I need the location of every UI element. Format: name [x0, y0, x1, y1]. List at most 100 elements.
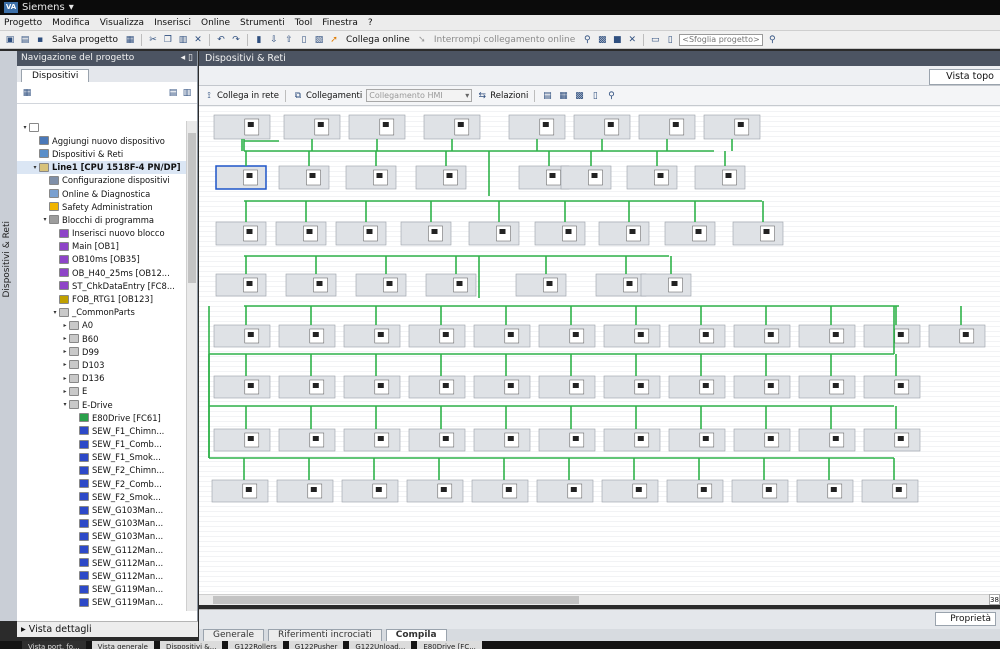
- network-device[interactable]: [538, 375, 596, 399]
- network-device[interactable]: [215, 221, 267, 246]
- tree-item[interactable]: Safety Administration: [17, 200, 187, 213]
- network-device[interactable]: [560, 165, 612, 190]
- device-module[interactable]: [247, 332, 254, 337]
- menu-online[interactable]: Online: [201, 18, 230, 28]
- device-module[interactable]: [607, 122, 614, 127]
- tab-general[interactable]: Generale: [203, 629, 265, 641]
- network-device[interactable]: [468, 221, 520, 246]
- device-module[interactable]: [247, 436, 254, 441]
- task-g122rollers[interactable]: G122Rollers: [228, 641, 283, 649]
- device-module[interactable]: [446, 173, 453, 178]
- redo-icon[interactable]: ↷: [230, 34, 242, 46]
- network-device[interactable]: [471, 479, 529, 503]
- network-device[interactable]: [538, 428, 596, 452]
- tree-item[interactable]: SEW_F2_Comb...: [17, 477, 187, 490]
- device-module[interactable]: [767, 436, 774, 441]
- device-module[interactable]: [505, 487, 512, 492]
- network-device[interactable]: [213, 324, 271, 348]
- device-module[interactable]: [431, 229, 438, 234]
- device-module[interactable]: [317, 122, 324, 127]
- network-view-canvas[interactable]: [199, 106, 1000, 594]
- project-search-input[interactable]: [679, 33, 764, 46]
- network-device[interactable]: [626, 165, 678, 190]
- tree-item[interactable]: SEW_F2_Chimn...: [17, 464, 187, 477]
- tree-item[interactable]: ▸ E: [17, 385, 187, 398]
- network-device[interactable]: [473, 428, 531, 452]
- device-module[interactable]: [565, 229, 572, 234]
- expand-toggle-icon[interactable]: ▸: [61, 322, 69, 329]
- scroll-thumb[interactable]: [213, 596, 579, 604]
- tab-devices[interactable]: Dispositivi: [21, 69, 90, 82]
- title-dropdown-icon[interactable]: ▾: [69, 0, 74, 15]
- device-module[interactable]: [767, 383, 774, 388]
- close-icon[interactable]: ✕: [626, 34, 638, 46]
- network-device[interactable]: [694, 165, 746, 190]
- collapse-panel-icon[interactable]: ◂ ▯: [181, 51, 193, 66]
- network-device[interactable]: [408, 324, 466, 348]
- expand-toggle-icon[interactable]: ▾: [21, 124, 29, 131]
- expand-toggle-icon[interactable]: ▾: [51, 309, 59, 316]
- network-device[interactable]: [863, 375, 921, 399]
- tree-settings-icon[interactable]: ▦: [21, 87, 33, 99]
- device-module[interactable]: [591, 173, 598, 178]
- device-module[interactable]: [700, 487, 707, 492]
- tree-item[interactable]: ▸ D99: [17, 345, 187, 358]
- expand-toggle-icon[interactable]: ▸: [61, 361, 69, 368]
- go-offline-button[interactable]: Interrompi collegamento online: [434, 35, 575, 45]
- tree-item[interactable]: ▾ Line1 [CPU 1518F-4 PN/DP]: [17, 160, 187, 174]
- device-module[interactable]: [440, 487, 447, 492]
- device-module[interactable]: [637, 383, 644, 388]
- network-device[interactable]: [473, 375, 531, 399]
- menu-insert[interactable]: Inserisci: [154, 18, 191, 28]
- tree-item[interactable]: SEW_G119Man...: [17, 596, 187, 609]
- device-module[interactable]: [306, 229, 313, 234]
- network-device[interactable]: [211, 479, 269, 503]
- tree-item[interactable]: SEW_G103Man...: [17, 530, 187, 543]
- menu-window[interactable]: Finestra: [322, 18, 358, 28]
- cross-reference-icon[interactable]: ▩: [596, 34, 608, 46]
- zoom-icon[interactable]: ⚲: [605, 90, 617, 102]
- tree-item[interactable]: SEW_G119Man...: [17, 583, 187, 596]
- tree-item[interactable]: Main [OB1]: [17, 240, 187, 253]
- tree-item[interactable]: E80Drive [FC61]: [17, 411, 187, 424]
- network-device[interactable]: [603, 428, 661, 452]
- tree-item[interactable]: ▸ B60: [17, 332, 187, 345]
- network-device[interactable]: [276, 479, 334, 503]
- device-module[interactable]: [763, 229, 770, 234]
- device-module[interactable]: [572, 383, 579, 388]
- device-module[interactable]: [442, 436, 449, 441]
- device-module[interactable]: [832, 383, 839, 388]
- network-device[interactable]: [534, 221, 586, 246]
- device-module[interactable]: [507, 332, 514, 337]
- network-device[interactable]: [863, 324, 921, 348]
- device-module[interactable]: [725, 173, 732, 178]
- network-device[interactable]: [798, 324, 856, 348]
- device-module[interactable]: [629, 229, 636, 234]
- tab-topology-view[interactable]: Vista topo: [929, 69, 1000, 85]
- network-device[interactable]: [508, 114, 566, 140]
- network-device[interactable]: [703, 114, 761, 140]
- network-device[interactable]: [538, 324, 596, 348]
- network-device[interactable]: [664, 221, 716, 246]
- network-device[interactable]: [595, 273, 647, 297]
- device-module[interactable]: [377, 332, 384, 337]
- device-module[interactable]: [637, 332, 644, 337]
- device-module[interactable]: [702, 436, 709, 441]
- tree-item[interactable]: ▸ D136: [17, 372, 187, 385]
- device-module[interactable]: [637, 436, 644, 441]
- copy-icon[interactable]: ❐: [162, 34, 174, 46]
- network-button[interactable]: ⟟ Collega in rete: [203, 90, 279, 102]
- tree-item[interactable]: OB_H40_25ms [OB12...: [17, 266, 187, 279]
- device-module[interactable]: [570, 487, 577, 492]
- network-device[interactable]: [283, 114, 341, 140]
- menu-view[interactable]: Visualizza: [100, 18, 144, 28]
- network-device[interactable]: [345, 165, 397, 190]
- upload-icon[interactable]: ⇧: [283, 34, 295, 46]
- device-module[interactable]: [626, 281, 633, 286]
- device-module[interactable]: [549, 173, 556, 178]
- network-device[interactable]: [798, 428, 856, 452]
- device-module[interactable]: [765, 487, 772, 492]
- network-device[interactable]: [425, 273, 477, 297]
- network-device[interactable]: [213, 375, 271, 399]
- paste-icon[interactable]: ▥: [177, 34, 189, 46]
